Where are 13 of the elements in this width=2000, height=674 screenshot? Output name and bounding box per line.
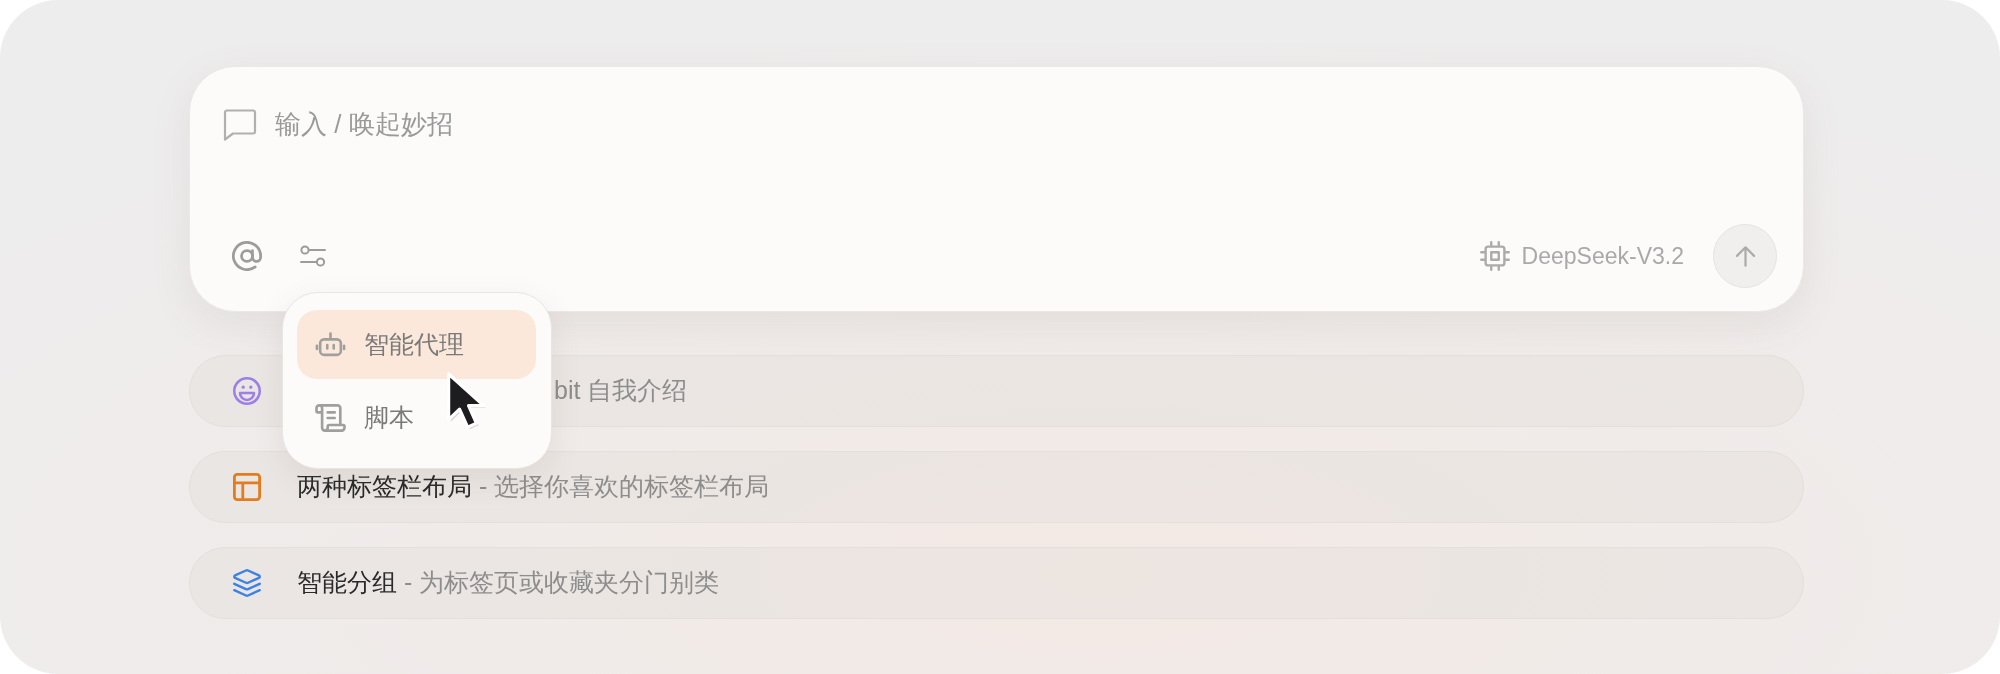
message-composer[interactable]: 输入 / 唤起妙招 DeepSeek-V3.2 — [189, 66, 1804, 312]
model-selector[interactable]: DeepSeek-V3.2 — [1479, 241, 1684, 271]
at-sign-icon[interactable] — [232, 241, 262, 271]
robot-icon — [315, 332, 346, 357]
cpu-chip-icon — [1479, 241, 1510, 271]
scroll-icon — [315, 403, 346, 432]
message-input[interactable]: 输入 / 唤起妙招 — [275, 106, 1777, 216]
sliders-icon[interactable] — [300, 245, 327, 267]
speech-bubble-icon — [223, 109, 257, 141]
suggestion-item[interactable]: 两种标签栏布局 - 选择你喜欢的标签栏布局 — [189, 451, 1804, 523]
suggestion-item[interactable]: 智能分组 - 为标签页或收藏夹分门别类 — [189, 547, 1804, 619]
menu-item[interactable]: 智能代理 — [297, 310, 536, 379]
arrow-up-icon — [1734, 245, 1756, 267]
